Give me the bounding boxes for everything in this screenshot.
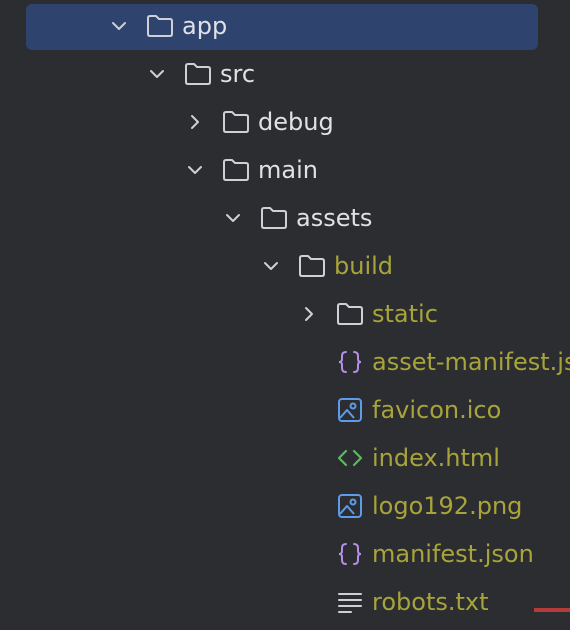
folder-icon	[260, 204, 288, 232]
json-braces-icon	[336, 348, 364, 376]
tree-item-src[interactable]: src	[0, 50, 570, 98]
tree-item-label: assets	[296, 204, 373, 232]
folder-icon	[336, 300, 364, 328]
tree-item-label: manifest.json	[372, 540, 534, 568]
tree-item-label: app	[182, 12, 228, 40]
text-file-icon	[336, 588, 364, 616]
chevron-down-icon[interactable]	[108, 15, 130, 37]
tree-item-index-html[interactable]: index.html	[0, 434, 570, 482]
tree-item-debug[interactable]: debug	[0, 98, 570, 146]
tree-item-label: index.html	[372, 444, 500, 472]
tree-item-label: logo192.png	[372, 492, 523, 520]
image-file-icon	[336, 396, 364, 424]
tree-item-label: build	[334, 252, 394, 280]
folder-icon	[222, 156, 250, 184]
tree-item-label: static	[372, 300, 438, 328]
tree-item-static[interactable]: static	[0, 290, 570, 338]
folder-icon	[184, 60, 212, 88]
tree-item-build[interactable]: build	[0, 242, 570, 290]
tree-item-asset-manifest[interactable]: asset-manifest.json	[0, 338, 570, 386]
tree-item-logo192[interactable]: logo192.png	[0, 482, 570, 530]
tree-item-app[interactable]: app	[0, 2, 570, 50]
tree-item-label: debug	[258, 108, 334, 136]
chevron-down-icon[interactable]	[260, 255, 282, 277]
tree-item-robots[interactable]: robots.txt	[0, 578, 570, 626]
chevron-down-icon[interactable]	[222, 207, 244, 229]
image-file-icon	[336, 492, 364, 520]
tree-item-label: asset-manifest.json	[372, 348, 570, 376]
chevron-down-icon[interactable]	[146, 63, 168, 85]
tree-item-favicon[interactable]: favicon.ico	[0, 386, 570, 434]
folder-icon	[298, 252, 326, 280]
tree-item-main[interactable]: main	[0, 146, 570, 194]
chevron-down-icon[interactable]	[184, 159, 206, 181]
error-stripe-marker	[534, 608, 570, 612]
tree-item-assets[interactable]: assets	[0, 194, 570, 242]
html-tag-icon	[336, 444, 364, 472]
json-braces-icon	[336, 540, 364, 568]
tree-item-label: favicon.ico	[372, 396, 502, 424]
folder-icon	[146, 12, 174, 40]
folder-icon	[222, 108, 250, 136]
tree-item-label: src	[220, 60, 256, 88]
tree-item-label: robots.txt	[372, 588, 489, 616]
tree-item-manifest[interactable]: manifest.json	[0, 530, 570, 578]
chevron-right-icon[interactable]	[184, 111, 206, 133]
project-tree: app src debug main assets build static a…	[0, 0, 570, 630]
chevron-right-icon[interactable]	[298, 303, 320, 325]
tree-item-label: main	[258, 156, 318, 184]
